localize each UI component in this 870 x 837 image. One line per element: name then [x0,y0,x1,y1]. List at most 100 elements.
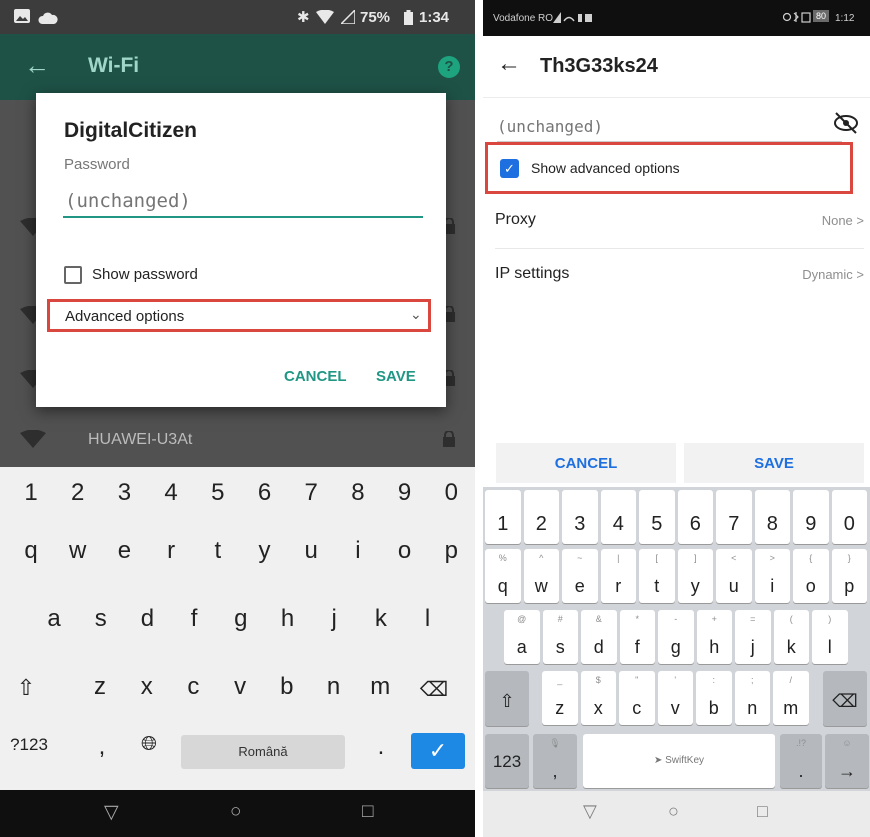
letter-key[interactable]: ' v [657,671,693,725]
eye-off-icon[interactable] [833,111,859,135]
number-key[interactable]: 9 [387,479,423,507]
recents-nav-icon[interactable]: □ [757,801,768,822]
period-key[interactable]: .!? . [780,734,822,788]
number-key[interactable]: 0 [433,479,469,507]
help-icon[interactable]: ? [438,56,460,78]
letter-key[interactable]: -g [658,610,694,664]
letter-key[interactable]: c [175,673,211,701]
letter-key[interactable]: b [269,673,305,701]
letter-key[interactable]: / m [773,671,809,725]
number-key[interactable]: 7 [716,490,752,544]
letter-key[interactable]: * f [619,610,655,664]
letter-key[interactable]: _ z [542,671,578,725]
number-key[interactable]: 4 [600,490,636,544]
password-input[interactable] [497,112,842,142]
backspace-icon[interactable]: ⌫ [416,677,452,702]
comma-key[interactable]: 🎙︎ , [533,734,577,788]
number-key[interactable]: 3 [562,490,598,544]
letter-key[interactable]: ~ e [562,549,598,603]
letter-key[interactable]: } p [831,549,867,603]
letter-key[interactable]: g [223,605,259,633]
number-key[interactable]: 5 [639,490,675,544]
enter-key[interactable]: ☺ → [825,734,869,788]
cancel-button[interactable]: CANCEL [284,368,347,385]
save-button[interactable]: SAVE [684,443,864,483]
letter-key[interactable]: < u [716,549,752,603]
letter-key[interactable]: :b [696,671,732,725]
letter-key[interactable]: > i [754,549,790,603]
number-key[interactable]: 0 [831,490,867,544]
number-key[interactable]: 9 [793,490,829,544]
letter-key[interactable]: @ a [504,610,540,664]
globe-icon[interactable]: 🌐︎ [131,733,167,756]
shift-icon[interactable]: ⇧ [8,675,44,701]
home-nav-icon[interactable]: ○ [230,801,241,823]
number-key[interactable]: 2 [523,490,559,544]
letter-key[interactable]: k [363,605,399,633]
letter-key[interactable]: a [36,605,72,633]
letter-key[interactable]: q [13,537,49,565]
letter-key[interactable]: {o [793,549,829,603]
advanced-options-checkbox[interactable]: ✓ [500,159,519,178]
show-advanced-options-row[interactable]: ✓ Show advanced options [485,142,853,194]
show-password-checkbox[interactable] [64,266,82,284]
letter-key[interactable]: (k [773,610,809,664]
letter-key[interactable]: ; n [734,671,770,725]
letter-key[interactable]: t [200,537,236,565]
password-input[interactable] [63,186,423,218]
number-key[interactable]: 3 [106,479,142,507]
number-key[interactable]: 4 [153,479,189,507]
letter-key[interactable]: ) l [812,610,848,664]
letter-key[interactable]: d [129,605,165,633]
back-nav-icon[interactable]: ▽ [104,801,119,824]
backspace-key[interactable]: ⌫ [823,671,867,726]
letter-key[interactable]: m [362,673,398,701]
letter-key[interactable]: v [222,673,258,701]
letter-key[interactable]: $ x [580,671,616,725]
space-key[interactable]: Română [181,735,345,769]
number-key[interactable]: 1 [13,479,49,507]
letter-key[interactable]: & d [581,610,617,664]
space-key[interactable]: ➤ SwiftKey [583,734,775,788]
letter-key[interactable]: x [129,673,165,701]
letter-key[interactable]: e [106,537,142,565]
number-key[interactable]: 6 [677,490,713,544]
home-nav-icon[interactable]: ○ [668,801,679,822]
letter-key[interactable]: ] y [677,549,713,603]
letter-key[interactable]: j [316,605,352,633]
enter-key[interactable]: ✓ [411,733,465,769]
period-key[interactable]: . [363,733,399,761]
letter-key[interactable]: [t [639,549,675,603]
symbols-key[interactable]: ?123 [4,735,54,755]
shift-key[interactable]: ⇧ [485,671,529,726]
letter-key[interactable]: = j [735,610,771,664]
proxy-row[interactable]: Proxy None > [495,196,864,248]
letter-key[interactable]: o [387,537,423,565]
back-arrow-icon[interactable]: ← [24,50,50,81]
ip-settings-row[interactable]: IP settings Dynamic > [495,250,864,302]
symbols-key[interactable]: 123 [485,734,529,788]
number-key[interactable]: 7 [293,479,329,507]
back-nav-icon[interactable]: ▽ [583,801,597,822]
letter-key[interactable]: s [83,605,119,633]
number-key[interactable]: 2 [60,479,96,507]
letter-key[interactable]: y [247,537,283,565]
save-button[interactable]: SAVE [376,368,416,385]
letter-key[interactable]: z [82,673,118,701]
letter-key[interactable]: % q [485,549,521,603]
letter-key[interactable]: u [293,537,329,565]
comma-key[interactable]: , [84,733,120,761]
letter-key[interactable]: i [340,537,376,565]
letter-key[interactable]: w [60,537,96,565]
letter-key[interactable]: p [433,537,469,565]
cancel-button[interactable]: CANCEL [496,443,676,483]
letter-key[interactable]: # s [542,610,578,664]
number-key[interactable]: 6 [247,479,283,507]
letter-key[interactable]: + h [696,610,732,664]
number-key[interactable]: 5 [200,479,236,507]
letter-key[interactable]: " c [619,671,655,725]
number-key[interactable]: 1 [485,490,521,544]
recents-nav-icon[interactable]: □ [362,801,373,823]
letter-key[interactable]: f [176,605,212,633]
letter-key[interactable]: h [270,605,306,633]
